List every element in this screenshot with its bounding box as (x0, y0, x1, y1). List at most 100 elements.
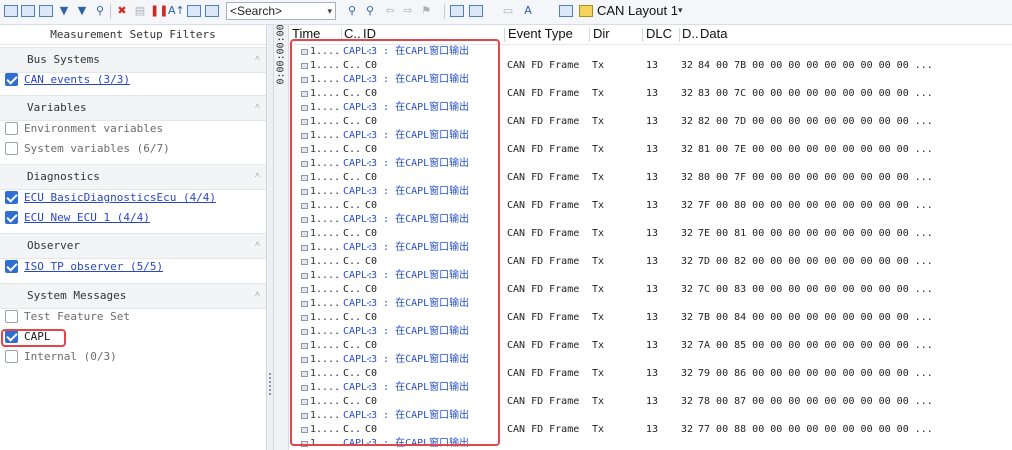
layout-icon[interactable] (578, 3, 594, 19)
chevron-down-icon[interactable]: ▾ (678, 3, 683, 19)
can-frame-row[interactable]: 1.... C.. C0 CAN FD Frame Tx 13 32 7C 00 83 00 … (289, 283, 1012, 297)
can-frame-row[interactable]: 1.... C.. C0 CAN FD Frame Tx 13 32 7F 00 80 00 … (289, 199, 1012, 213)
group-header-variables[interactable]: Variables ˄ (0, 95, 266, 121)
can-frame-row[interactable]: 1.... C.. C0 CAN FD Frame Tx 13 32 82 00 7D 00 … (289, 115, 1012, 129)
checkbox[interactable] (5, 310, 18, 323)
group-header-diagnostics[interactable]: Diagnostics ˄ (0, 164, 266, 190)
group-title: Variables (27, 101, 87, 114)
filter-item-label[interactable]: ISO TP observer (5/5) (24, 259, 163, 275)
cell-time: 1.... (310, 312, 341, 323)
page-icon[interactable]: ▤ (132, 3, 148, 19)
chevron-up-icon[interactable]: ˄ (255, 289, 260, 300)
capl-message-row[interactable]: 1.... CAPL: -3 : 在CAPL窗口输出 (289, 185, 1012, 199)
capl-message-row[interactable]: 1.... CAPL: -3 : 在CAPL窗口输出 (289, 437, 1012, 450)
column-header-dlc[interactable]: DLC (646, 26, 672, 41)
view-mode-icon[interactable]: ▭ (500, 3, 516, 19)
column-header-id[interactable]: ID (363, 26, 376, 41)
find-prev-icon[interactable]: ⚲ (362, 3, 378, 19)
can-frame-row[interactable]: 1.... C.. C0 CAN FD Frame Tx 13 32 81 00 7E 00 … (289, 143, 1012, 157)
can-frame-row[interactable]: 1.... C.. C0 CAN FD Frame Tx 13 32 84 00 7B 00 … (289, 59, 1012, 73)
filter-icon[interactable] (3, 3, 19, 19)
checkbox[interactable] (5, 73, 18, 86)
filter-list-icon[interactable] (20, 3, 36, 19)
column-divider[interactable] (642, 28, 643, 42)
chevron-down-icon[interactable]: ▾ (327, 3, 332, 19)
clear-icon[interactable]: ✖ (114, 3, 130, 19)
checkbox[interactable] (5, 260, 18, 273)
checkbox[interactable] (5, 211, 18, 224)
column-divider[interactable] (341, 28, 342, 42)
capl-message-row[interactable]: 1.... CAPL: -3 : 在CAPL窗口输出 (289, 241, 1012, 255)
search-input[interactable]: <Search> ▾ (226, 2, 336, 20)
panel-splitter[interactable] (267, 25, 274, 450)
checkbox[interactable] (5, 122, 18, 135)
capl-message-row[interactable]: 1.... CAPL: -3 : 在CAPL窗口输出 (289, 297, 1012, 311)
back-arrow-icon[interactable]: ⇦ (382, 3, 398, 19)
filter-item-label[interactable]: ECU New ECU 1 (4/4) (24, 210, 150, 226)
chevron-up-icon[interactable]: ˄ (255, 53, 260, 64)
group-header-bus-systems[interactable]: Bus Systems ˄ (0, 47, 266, 73)
capl-message-row[interactable]: 1.... CAPL: -3 : 在CAPL窗口输出 (289, 269, 1012, 283)
capl-message-row[interactable]: 1.... CAPL: -3 : 在CAPL窗口输出 (289, 409, 1012, 423)
cell-dlc: 13 (646, 424, 659, 435)
column-header-time[interactable]: Time (292, 26, 320, 41)
chevron-up-icon[interactable]: ˄ (255, 101, 260, 112)
funnel-edit-icon[interactable]: ▼ (74, 3, 90, 19)
can-frame-row[interactable]: 1.... C.. C0 CAN FD Frame Tx 13 32 79 00 86 00 … (289, 367, 1012, 381)
find-next-icon[interactable]: ⚲ (344, 3, 360, 19)
can-frame-row[interactable]: 1.... C.. C0 CAN FD Frame Tx 13 32 77 00 88 00 … (289, 423, 1012, 437)
window-icon[interactable] (558, 3, 574, 19)
table-icon[interactable] (38, 3, 54, 19)
column-divider[interactable] (504, 28, 505, 42)
columns-icon[interactable] (186, 3, 202, 19)
capl-message-row[interactable]: 1.... CAPL: -3 : 在CAPL窗口输出 (289, 213, 1012, 227)
filter-item-label[interactable]: CAN events (3/3) (24, 72, 130, 88)
checkbox[interactable] (5, 350, 18, 363)
font-icon[interactable]: A (520, 3, 536, 19)
column-divider[interactable] (589, 28, 590, 42)
frame-icon (301, 147, 308, 153)
can-frame-row[interactable]: 1.... C.. C0 CAN FD Frame Tx 13 32 83 00 7C 00 … (289, 87, 1012, 101)
column-header-data-length[interactable]: D.. (682, 26, 699, 41)
can-frame-row[interactable]: 1.... C.. C0 CAN FD Frame Tx 13 32 7A 00 85 00 … (289, 339, 1012, 353)
marker-icon[interactable]: ⚑ (418, 3, 434, 19)
capl-message-row[interactable]: 1.... CAPL: -3 : 在CAPL窗口输出 (289, 45, 1012, 59)
filter-item-label[interactable]: ECU BasicDiagnosticsEcu (4/4) (24, 190, 216, 206)
capl-message-row[interactable]: 1.... CAPL: -3 : 在CAPL窗口输出 (289, 325, 1012, 339)
sort-time-icon[interactable]: A↑ (168, 3, 185, 19)
chevron-up-icon[interactable]: ˄ (255, 170, 260, 181)
capl-message-row[interactable]: 1.... CAPL: -3 : 在CAPL窗口输出 (289, 129, 1012, 143)
column-header-data[interactable]: Data (700, 26, 727, 41)
group-header-observer[interactable]: Observer ˄ (0, 233, 266, 259)
capl-message-row[interactable]: 1.... CAPL: -3 : 在CAPL窗口输出 (289, 353, 1012, 367)
column-header-dir[interactable]: Dir (593, 26, 610, 41)
column-header-event-type[interactable]: Event Type (508, 26, 573, 41)
can-frame-row[interactable]: 1.... C.. C0 CAN FD Frame Tx 13 32 78 00 87 00 … (289, 395, 1012, 409)
cell-data: 7B 00 84 00 00 00 00 00 00 00 00 00 ... (698, 312, 933, 323)
capl-message-row[interactable]: 1.... CAPL: -3 : 在CAPL窗口输出 (289, 73, 1012, 87)
can-frame-row[interactable]: 1.... C.. C0 CAN FD Frame Tx 13 32 7D 00 82 00 … (289, 255, 1012, 269)
forward-arrow-icon[interactable]: ⇨ (400, 3, 416, 19)
checkbox[interactable] (5, 191, 18, 204)
column-header-channel[interactable]: C.. (344, 26, 361, 41)
capl-message-row[interactable]: 1.... CAPL: -3 : 在CAPL窗口输出 (289, 381, 1012, 395)
splitter-grip[interactable] (269, 373, 271, 397)
frame-icon (301, 203, 308, 209)
group-header-system-messages[interactable]: System Messages ˄ (0, 283, 266, 309)
capl-message-row[interactable]: 1.... CAPL: -3 : 在CAPL窗口输出 (289, 101, 1012, 115)
can-frame-row[interactable]: 1.... C.. C0 CAN FD Frame Tx 13 32 7B 00 84 00 … (289, 311, 1012, 325)
can-frame-row[interactable]: 1.... C.. C0 CAN FD Frame Tx 13 32 80 00 7F 00 … (289, 171, 1012, 185)
checkbox[interactable] (5, 142, 18, 155)
column-divider[interactable] (679, 28, 680, 42)
copy-icon[interactable] (449, 3, 465, 19)
funnel-icon[interactable]: ▼ (56, 3, 72, 19)
can-frame-row[interactable]: 1.... C.. C0 CAN FD Frame Tx 13 32 7E 00 81 00 … (289, 227, 1012, 241)
chevron-up-icon[interactable]: ˄ (255, 239, 260, 250)
binoculars-icon[interactable]: ⚲ (92, 3, 108, 19)
detail-view-icon[interactable] (204, 3, 220, 19)
layout-selector[interactable]: CAN Layout 1 (597, 3, 678, 19)
message-icon (301, 385, 308, 391)
pause-icon[interactable]: ❚❚ (150, 3, 168, 19)
capl-message-row[interactable]: 1.... CAPL: -3 : 在CAPL窗口输出 (289, 157, 1012, 171)
export-icon[interactable] (468, 3, 484, 19)
